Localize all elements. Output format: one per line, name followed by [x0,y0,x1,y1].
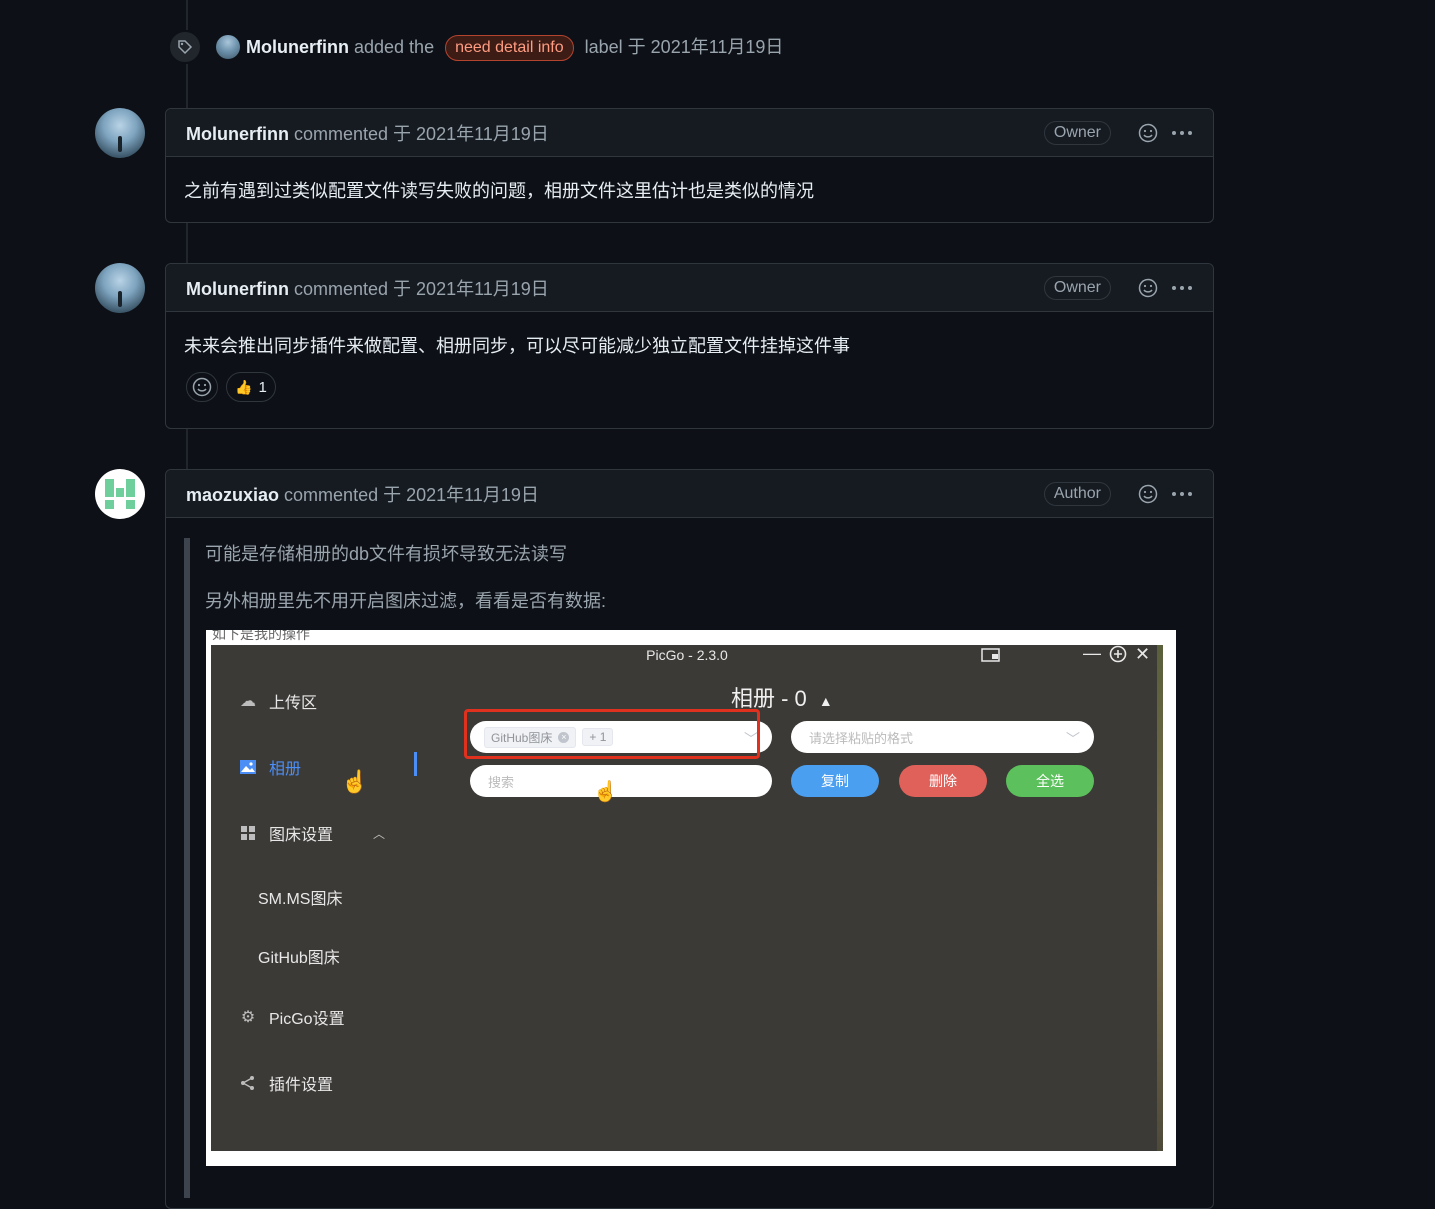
image-icon [239,759,257,775]
maximize-icon[interactable] [1109,645,1127,668]
gear-icon: ⚙ [240,1009,256,1026]
embedded-screenshot[interactable]: 如下是我的操作 PicGo - 2.3.0 — ✕ ☁ 上传区 相册 ☝ 图床设… [206,630,1176,1166]
picgo-window: PicGo - 2.3.0 — ✕ ☁ 上传区 相册 ☝ 图床设置 ︿ SM.M… [211,645,1163,1151]
kebab-menu-icon[interactable] [1171,483,1193,505]
comment-meta: Molunerfinn commented 于 2021年11月19日 [186,120,1044,146]
comment-body: 未来会推出同步插件来做配置、相册同步，可以尽可能减少独立配置文件挂掉这件事 [184,336,850,356]
kebab-menu-icon[interactable] [1171,277,1193,299]
select-all-button[interactable]: 全选 [1006,765,1094,797]
event-text: Molunerfinn added the need detail info l… [246,33,784,62]
label-need-detail-info[interactable]: need detail info [445,35,574,62]
hand-cursor-icon: ☝ [593,781,618,803]
smiley-icon[interactable] [1137,483,1159,505]
owner-badge: Owner [1043,120,1111,145]
chevron-down-icon: ﹀ [1066,731,1080,747]
comment-timestamp[interactable]: commented 于 2021年11月19日 [294,279,549,299]
timeline-line [186,0,188,30]
blockquote-bar [184,538,190,1198]
window-edge [1157,645,1163,1151]
comment-timestamp[interactable]: commented 于 2021年11月19日 [284,485,539,505]
quote-line: 另外相册里先不用开启图床过滤，看看是否有数据: [205,591,606,611]
event-action: added the [354,36,435,57]
sidebar-subitem-smms[interactable]: SM.MS图床 [258,885,342,909]
comment-header: maozuxiao commented 于 2021年11月19日 Author [166,470,1213,518]
sidebar-item-label: PicGo设置 [269,1011,345,1028]
active-indicator [414,752,417,776]
sidebar-item-upload[interactable]: ☁ 上传区 [239,689,317,713]
add-reaction-button[interactable] [186,372,218,402]
kebab-menu-icon[interactable] [1171,122,1193,144]
sidebar-item-picbed-settings[interactable]: 图床设置 ︿ [239,821,385,845]
window-icon[interactable] [981,647,1001,668]
sidebar-item-picgo-settings[interactable]: ⚙ PicGo设置 [239,1005,345,1029]
grid-icon [239,825,257,841]
cloud-upload-icon: ☁ [240,693,256,710]
thumbs-up-reaction[interactable]: 👍 1 [226,372,276,402]
sidebar-item-album[interactable]: 相册 [239,755,301,779]
smiley-icon[interactable] [1137,122,1159,144]
thumbs-up-icon: 👍 [235,378,253,395]
comment-author[interactable]: Molunerfinn [186,279,289,299]
screenshot-caption: 如下是我的操作 [212,630,310,642]
tag-icon [168,30,202,64]
minimize-icon[interactable]: — [1083,645,1101,664]
sidebar-item-label: 上传区 [269,695,318,712]
comment-timestamp[interactable]: commented 于 2021年11月19日 [294,124,549,144]
quote-line: 可能是存储相册的db文件有损坏导致无法读写 [205,544,568,564]
comment-header: Molunerfinn commented 于 2021年11月19日 Owne… [166,109,1213,157]
paste-format-select[interactable]: 请选择粘贴的格式 ﹀ [791,721,1094,753]
avatar[interactable] [216,35,240,59]
search-placeholder: 搜索 [488,774,515,790]
close-icon[interactable]: ✕ [1135,645,1150,665]
select-placeholder: 请选择粘贴的格式 [809,730,914,746]
comment-header: Molunerfinn commented 于 2021年11月19日 Owne… [166,264,1213,312]
comment-author[interactable]: maozuxiao [186,485,279,505]
identicon-avatar[interactable] [95,469,145,519]
highlight-box [464,709,760,759]
comment-meta: maozuxiao commented 于 2021年11月19日 [186,481,1044,507]
chevron-up-icon: ︿ [373,826,386,841]
event-suffix: label 于 2021年11月19日 [584,36,784,57]
delete-button[interactable]: 删除 [899,765,987,797]
comment-body: 之前有遇到过类似配置文件读写失败的问题，相册文件这里估计也是类似的情况 [184,181,814,201]
sidebar-item-label: 图床设置 [269,827,334,844]
reaction-count: 1 [258,378,267,396]
label-event: Molunerfinn added the need detail info l… [168,30,783,64]
owner-badge: Owner [1043,275,1111,300]
comment: Molunerfinn commented 于 2021年11月19日 Owne… [165,263,1214,429]
comment-author[interactable]: Molunerfinn [186,124,289,144]
smiley-icon[interactable] [1137,277,1159,299]
reaction-row: 👍 1 [166,372,1213,422]
avatar[interactable] [95,263,145,313]
sidebar-item-label: 插件设置 [269,1077,334,1094]
search-input[interactable]: 搜索 [470,765,772,797]
timeline-line [186,222,188,264]
comment: Molunerfinn commented 于 2021年11月19日 Owne… [165,108,1214,223]
timeline-line [186,64,188,108]
caret-up-icon[interactable]: ▲ [819,693,833,709]
comment-meta: Molunerfinn commented 于 2021年11月19日 [186,275,1044,301]
share-icon [239,1075,257,1091]
album-title-text: 相册 - 0 [731,686,807,711]
event-user[interactable]: Molunerfinn [246,37,349,57]
app-title: PicGo - 2.3.0 [646,647,728,663]
copy-button[interactable]: 复制 [791,765,879,797]
sidebar-item-label: 相册 [269,761,302,778]
sidebar-subitem-github[interactable]: GitHub图床 [258,944,340,968]
avatar[interactable] [95,108,145,158]
hand-cursor-icon: ☝ [341,769,369,794]
timeline-line [186,428,188,470]
sidebar-item-plugin-settings[interactable]: 插件设置 [239,1071,333,1095]
author-badge: Author [1043,481,1111,506]
